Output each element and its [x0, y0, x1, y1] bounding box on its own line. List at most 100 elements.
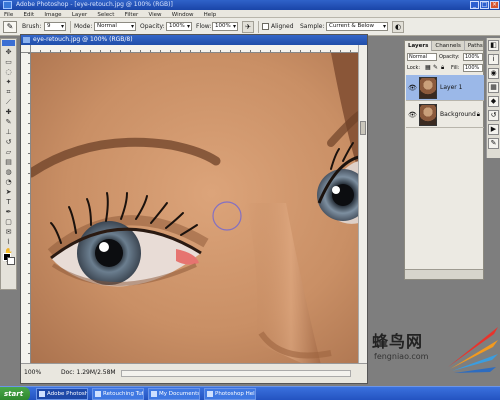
swatches-icon[interactable]: ▦: [488, 82, 499, 93]
vertical-scroll-thumb[interactable]: [360, 121, 366, 135]
ruler-corner[interactable]: [21, 45, 31, 53]
divider: [258, 21, 259, 33]
taskbar-item[interactable]: Photoshop Help: [204, 388, 256, 400]
brushes-icon[interactable]: ✎: [488, 138, 499, 149]
blend-mode-select[interactable]: Normal: [407, 53, 437, 61]
aligned-label: Aligned: [271, 23, 294, 30]
history-brush-icon[interactable]: ↺: [1, 138, 16, 147]
lock-label: Lock:: [407, 65, 421, 71]
lock-pixels-icon[interactable]: ✎: [433, 64, 438, 71]
eye-icon[interactable]: 👁︎: [408, 84, 417, 92]
document-window: eye-retouch.jpg @ 100% (RGB/8) 100% Doc:…: [20, 34, 368, 384]
tab-channels[interactable]: Channels: [432, 41, 465, 51]
layers-bottom-bar: [405, 269, 483, 279]
navigator-icon[interactable]: ◧: [488, 40, 499, 51]
pen-tool-icon[interactable]: ✒: [1, 208, 16, 217]
start-button[interactable]: start: [0, 387, 30, 400]
clone-stamp-icon[interactable]: ⊥: [1, 128, 16, 137]
face-photo: [31, 53, 359, 365]
layer-row-background[interactable]: 👁︎ Background 🔒︎: [406, 102, 484, 128]
tab-paths[interactable]: Paths: [465, 41, 487, 51]
document-title: eye-retouch.jpg @ 100% (RGB/8): [33, 36, 133, 43]
toolbox: ✥ ▭ ◌ ✦ ⌗ ⟋ ✚ ✎ ⊥ ↺ ▱ ▤ ◍ ◔ ➤ T ✒ ▢ ✉ ⌇ …: [0, 38, 17, 290]
taskbar-item[interactable]: Retouching Tutorial: [92, 388, 144, 400]
app-title: Adobe Photoshop - [eye-retouch.jpg @ 100…: [16, 1, 173, 8]
document-title-bar: eye-retouch.jpg @ 100% (RGB/8): [21, 35, 367, 45]
actions-icon[interactable]: ▶: [488, 124, 499, 135]
color-icon[interactable]: ◉: [488, 68, 499, 79]
magic-wand-tool-icon[interactable]: ✦: [1, 78, 16, 87]
lock-icon: 🔒︎: [476, 111, 480, 118]
eye-icon[interactable]: 👁︎: [408, 111, 417, 119]
layer-thumbnail: [419, 104, 437, 126]
dodge-tool-icon[interactable]: ◔: [1, 178, 16, 187]
ignore-adjustment-icon[interactable]: ◐: [392, 21, 404, 33]
crop-tool-icon[interactable]: ⌗: [1, 88, 16, 97]
background-color-swatch[interactable]: [7, 257, 15, 265]
document-info[interactable]: Doc: 1.29M/2.58M: [61, 369, 116, 376]
vertical-ruler[interactable]: [21, 53, 31, 365]
brush-size-picker[interactable]: 9: [44, 22, 66, 31]
history-icon[interactable]: ↺: [488, 110, 499, 121]
flow-label: Flow:: [196, 23, 212, 30]
zoom-level[interactable]: 100%: [24, 369, 41, 376]
path-select-icon[interactable]: ➤: [1, 188, 16, 197]
layer-lock-row: Lock: ▦ ✎ 🔒︎ Fill: 100%: [407, 64, 483, 73]
airbrush-toggle-icon[interactable]: ✈: [242, 21, 254, 33]
sample-select[interactable]: Current & Below: [326, 22, 388, 31]
brush-tool-icon[interactable]: ✎: [1, 118, 16, 127]
palette-icon-strip: ◧ i ◉ ▦ ◆ ↺ ▶ ✎: [486, 38, 500, 158]
shape-tool-icon[interactable]: ▢: [1, 218, 16, 227]
sample-label: Sample:: [300, 23, 325, 30]
styles-icon[interactable]: ◆: [488, 96, 499, 107]
app-title-bar: Adobe Photoshop - [eye-retouch.jpg @ 100…: [0, 0, 500, 10]
taskbar-item[interactable]: Adobe Photoshop: [36, 388, 88, 400]
watermark: 蜂鸟网 fengniao.com: [368, 322, 500, 384]
fill-field[interactable]: 100%: [463, 64, 483, 72]
layer-opacity-field[interactable]: 100%: [463, 53, 483, 61]
eyedropper-icon[interactable]: ⌇: [1, 238, 16, 247]
layer-thumbnail: [419, 77, 437, 99]
brush-label: Brush:: [22, 23, 42, 30]
horizontal-ruler[interactable]: [31, 45, 359, 53]
type-tool-icon[interactable]: T: [1, 198, 16, 207]
lasso-tool-icon[interactable]: ◌: [1, 68, 16, 77]
gradient-tool-icon[interactable]: ▤: [1, 158, 16, 167]
lock-all-icon[interactable]: 🔒︎: [441, 64, 444, 72]
marquee-tool-icon[interactable]: ▭: [1, 58, 16, 67]
info-icon[interactable]: i: [488, 54, 499, 65]
mode-label: Mode:: [74, 23, 93, 30]
layer-name[interactable]: Layer 1: [440, 84, 462, 91]
layer-row-top[interactable]: 👁︎ Layer 1: [406, 75, 484, 101]
healing-brush-icon[interactable]: ✚: [1, 108, 16, 117]
opacity-field[interactable]: 100%: [166, 22, 192, 31]
taskbar-item[interactable]: My Documents: [148, 388, 200, 400]
move-tool-icon[interactable]: ✥: [1, 48, 16, 57]
opacity-label: Opacity:: [140, 23, 165, 30]
fill-label: Fill:: [451, 65, 460, 71]
palette-tabs: Layers Channels Paths: [405, 41, 487, 51]
vertical-scrollbar[interactable]: [358, 45, 367, 365]
flow-field[interactable]: 100%: [212, 22, 238, 31]
horizontal-scrollbar[interactable]: [121, 370, 351, 377]
image-canvas[interactable]: [31, 53, 359, 365]
layer-name[interactable]: Background: [440, 111, 476, 118]
eraser-tool-icon[interactable]: ▱: [1, 148, 16, 157]
maximize-button[interactable]: □: [480, 1, 489, 9]
layers-palette: Layers Channels Paths Normal Opacity: 100%…: [404, 40, 487, 280]
layer-blend-row: Normal Opacity: 100%: [407, 53, 483, 62]
watermark-url: fengniao.com: [374, 352, 429, 361]
aligned-checkbox[interactable]: [262, 23, 269, 30]
blur-tool-icon[interactable]: ◍: [1, 168, 16, 177]
notes-tool-icon[interactable]: ✉: [1, 228, 16, 237]
brush-icon[interactable]: ✎: [3, 21, 17, 33]
mode-select[interactable]: Normal: [94, 22, 136, 31]
lock-transparency-icon[interactable]: ▦: [425, 64, 431, 71]
tab-layers[interactable]: Layers: [405, 41, 433, 51]
close-button[interactable]: ×: [490, 1, 499, 9]
minimize-button[interactable]: _: [470, 1, 479, 9]
watermark-text: 蜂鸟网: [372, 332, 424, 351]
photoshop-app-icon: [3, 1, 12, 9]
document-icon: [23, 37, 30, 43]
slice-tool-icon[interactable]: ⟋: [1, 98, 16, 107]
